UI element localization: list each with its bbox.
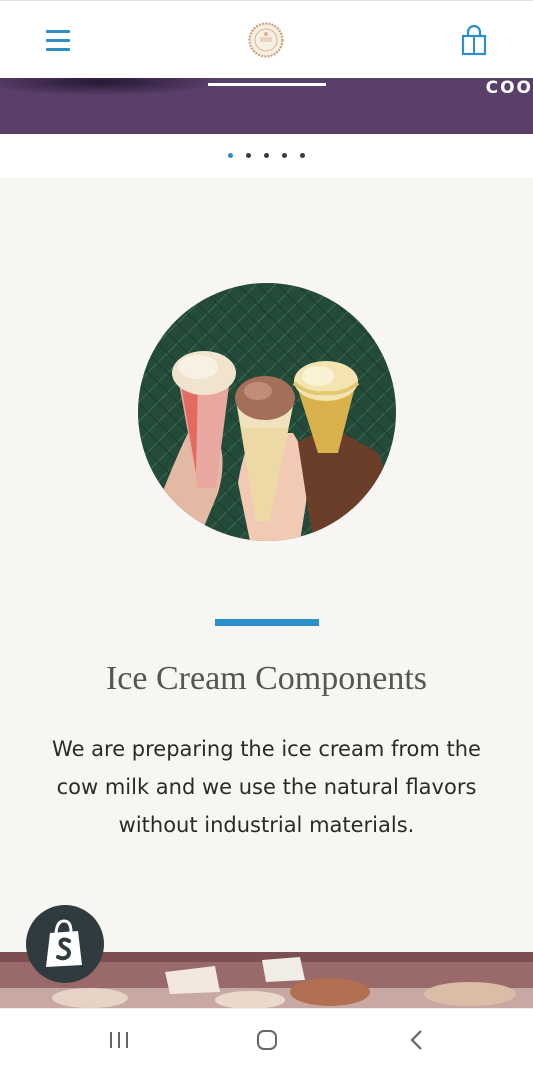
slider-caption: COO (485, 78, 533, 98)
section-title: Ice Cream Components (105, 660, 428, 697)
section-description: We are preparing the ice cream from the … (52, 737, 481, 837)
slider-dot-5[interactable] (300, 153, 305, 158)
slider-dot-4[interactable] (282, 153, 287, 158)
brand-logo[interactable] (248, 22, 284, 58)
section-accent-bar (215, 619, 319, 626)
hamburger-menu-icon[interactable] (44, 27, 72, 53)
ice-cream-components-section: Ice Cream Components We are preparing th… (0, 178, 533, 952)
slider-dot-2[interactable] (246, 153, 251, 158)
slider-dot-3[interactable] (264, 153, 269, 158)
top-bar (0, 0, 533, 78)
slider-pagination (0, 134, 533, 178)
slider-divider-line (208, 83, 326, 86)
back-icon[interactable] (397, 1025, 437, 1055)
ice-cream-cones-image (138, 283, 396, 541)
slider-image-shadow (0, 78, 220, 96)
recents-icon[interactable] (99, 1025, 139, 1055)
shopify-bag-icon (46, 919, 82, 967)
shopping-bag-icon[interactable] (459, 25, 489, 57)
shopify-badge-button[interactable] (26, 905, 104, 983)
system-navigation-bar (0, 1008, 533, 1070)
slider-dot-1[interactable] (228, 153, 233, 158)
home-icon[interactable] (247, 1025, 287, 1055)
hero-slider[interactable]: COO (0, 78, 533, 134)
